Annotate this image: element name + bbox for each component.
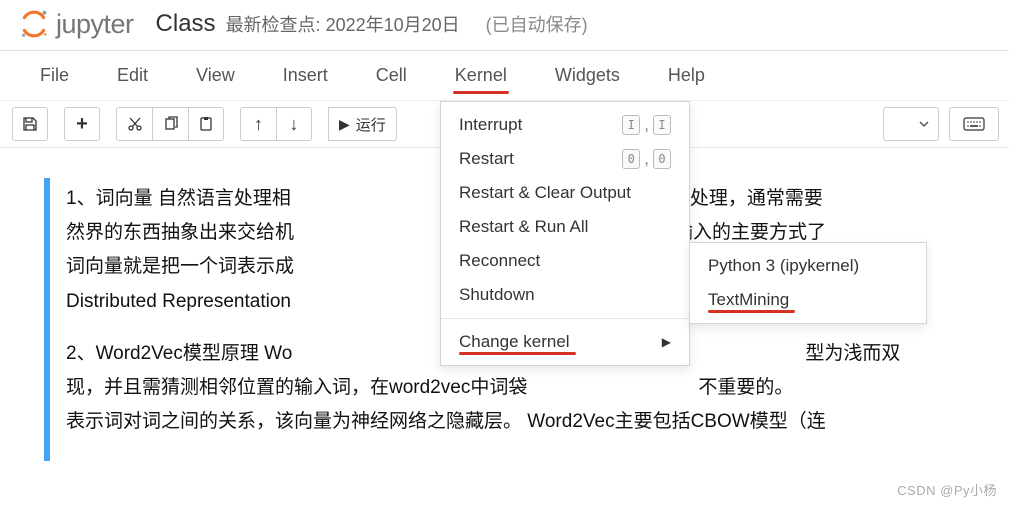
paste-button[interactable] (188, 107, 224, 141)
celltype-select[interactable] (883, 107, 939, 141)
arrow-up-icon: ↑ (254, 114, 263, 135)
kernel-interrupt[interactable]: Interrupt I, I (441, 108, 689, 142)
command-palette-button[interactable] (949, 107, 999, 141)
chevron-down-icon (918, 118, 930, 130)
kernel-shutdown[interactable]: Shutdown (441, 278, 689, 312)
annotation-underline (459, 352, 576, 355)
menu-edit[interactable]: Edit (93, 51, 172, 100)
kernel-restart-run[interactable]: Restart & Run All (441, 210, 689, 244)
kernel-option-python3[interactable]: Python 3 (ipykernel) (690, 249, 926, 283)
kernel-restart-clear[interactable]: Restart & Clear Output (441, 176, 689, 210)
move-up-button[interactable]: ↑ (240, 107, 276, 141)
menu-file[interactable]: File (16, 51, 93, 100)
menu-cell[interactable]: Cell (352, 51, 431, 100)
jupyter-logo[interactable]: jupyter (18, 8, 134, 40)
play-icon: ▶ (339, 116, 350, 133)
save-button[interactable] (12, 107, 48, 141)
title-area: Class 最新检查点: 2022年10月20日 (已自动保存) (156, 10, 588, 38)
run-button[interactable]: ▶ 运行 (328, 107, 397, 141)
insert-cell-button[interactable]: + (64, 107, 100, 141)
toolbar: + ↑ ↓ ▶ 运行 Interrupt I, (0, 101, 1009, 148)
move-down-button[interactable]: ↓ (276, 107, 312, 141)
shortcut-keys: 0, 0 (622, 149, 671, 169)
menu-view[interactable]: View (172, 51, 259, 100)
menu-divider (441, 318, 689, 319)
jupyter-logo-icon (18, 8, 50, 40)
menu-label: Python 3 (ipykernel) (708, 256, 859, 276)
copy-button[interactable] (152, 107, 188, 141)
kernel-dropdown: Interrupt I, I Restart 0, 0 Restart & Cl… (440, 101, 690, 366)
plus-icon: + (76, 113, 88, 136)
watermark: CSDN @Py小杨 (897, 480, 997, 499)
paste-icon (198, 116, 214, 132)
menu-label: Restart & Run All (459, 217, 588, 237)
kernel-change-kernel[interactable]: Change kernel ▶ (441, 325, 689, 359)
kernel-reconnect[interactable]: Reconnect (441, 244, 689, 278)
menu-label: Reconnect (459, 251, 540, 271)
run-label: 运行 (356, 114, 386, 135)
scissors-icon (127, 116, 143, 132)
keyboard-icon (963, 117, 985, 131)
kernel-option-textmining[interactable]: TextMining (690, 283, 926, 317)
notebook-name[interactable]: Class (156, 10, 216, 38)
menu-help[interactable]: Help (644, 51, 729, 100)
menu-label: Shutdown (459, 285, 535, 305)
menu-label: Change kernel (459, 332, 570, 351)
menubar: File Edit View Insert Cell Kernel Widget… (0, 51, 1009, 101)
submenu-arrow-icon: ▶ (662, 335, 671, 349)
save-icon (22, 116, 38, 132)
checkpoint-status: 最新检查点: 2022年10月20日 (226, 11, 460, 37)
jupyter-logo-text: jupyter (56, 9, 134, 40)
kernel-restart[interactable]: Restart 0, 0 (441, 142, 689, 176)
arrow-down-icon: ↓ (290, 114, 299, 135)
menu-label: Restart (459, 149, 514, 169)
shortcut-keys: I, I (622, 115, 671, 135)
menu-label: Restart & Clear Output (459, 183, 631, 203)
cut-button[interactable] (116, 107, 152, 141)
annotation-underline (708, 310, 795, 313)
copy-icon (163, 116, 179, 132)
menu-label: Interrupt (459, 115, 522, 135)
menu-widgets[interactable]: Widgets (531, 51, 644, 100)
menu-label: TextMining (708, 290, 789, 309)
notebook-header: jupyter Class 最新检查点: 2022年10月20日 (已自动保存) (0, 0, 1009, 51)
menu-kernel[interactable]: Kernel (431, 51, 531, 100)
change-kernel-submenu: Python 3 (ipykernel) TextMining (689, 242, 927, 324)
autosave-status: (已自动保存) (486, 11, 588, 37)
menu-insert[interactable]: Insert (259, 51, 352, 100)
